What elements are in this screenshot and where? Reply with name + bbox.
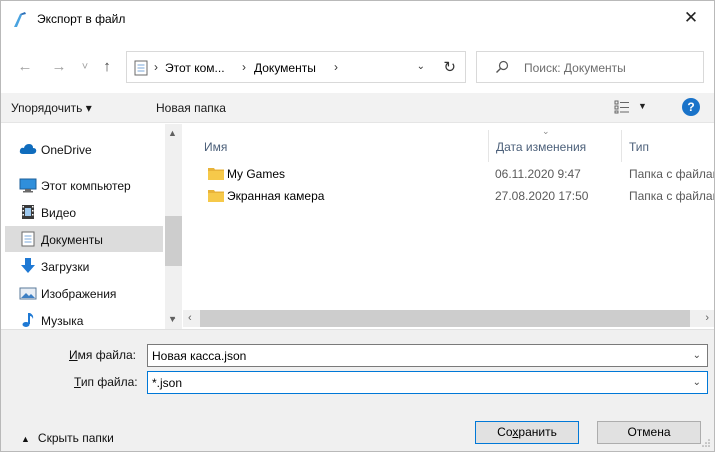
view-options-icon[interactable] [614,100,630,114]
forward-button[interactable]: → [49,57,69,77]
view-dropdown-icon[interactable]: ▼ [638,101,647,111]
sidebar-item-pictures[interactable]: Изображения [5,280,163,306]
documents-icon [21,231,35,247]
column-divider[interactable] [621,130,622,162]
filetype-value: *.json [152,376,183,390]
navigation-pane: OneDrive Этот компьютер Видео Документы … [1,124,182,329]
breadcrumb-documents[interactable]: Документы [254,61,316,75]
column-header-type[interactable]: Тип [629,140,649,154]
address-row: ← → ˅ ↑ › Этот ком... › Документы › ⌄ ↻ … [1,47,714,89]
refresh-icon[interactable]: ↻ [443,58,456,76]
sort-indicator-icon: ⌄ [542,126,550,136]
filename-label: Имя файла: [69,348,136,362]
save-button[interactable]: Сохранить [475,421,579,444]
search-icon [496,60,509,73]
sidebar-item-downloads[interactable]: Загрузки [5,253,163,279]
recent-locations-button[interactable]: ˅ [75,57,95,77]
sidebar-item-onedrive[interactable]: OneDrive [5,136,163,162]
cloud-icon [19,144,37,154]
organize-menu[interactable]: Упорядочить ▾ [11,101,92,115]
chevron-down-icon[interactable]: ⌄ [693,350,701,361]
scroll-right-icon[interactable]: › [705,312,709,324]
file-date: 06.11.2020 9:47 [495,167,581,181]
file-row[interactable]: My Games 06.11.2020 9:47 Папка с файлами [183,163,714,185]
file-type: Папка с файлами [629,189,714,203]
column-header-name[interactable]: Имя [204,140,227,154]
close-button[interactable]: ✕ [668,1,714,35]
filename-value[interactable]: Новая касса.json [152,349,246,363]
folder-icon [208,190,224,202]
address-bar[interactable]: › Этот ком... › Документы › ⌄ ↻ [126,51,466,83]
export-dialog: Экспорт в файл ✕ ← → ˅ ↑ › Этот ком... ›… [0,0,715,452]
up-button[interactable]: ↑ [97,57,117,77]
cancel-button[interactable]: Отмена [597,421,701,444]
address-dropdown-icon[interactable]: ⌄ [417,61,425,72]
filename-field[interactable]: Новая касса.json ⌄ [147,344,708,367]
computer-icon [19,178,37,193]
file-list: ⌄ Имя Дата изменения Тип My Games 06.11.… [183,124,714,310]
search-input[interactable]: Поиск: Документы [476,51,704,83]
sidebar-item-video[interactable]: Видео [5,199,163,225]
breadcrumb-this-pc[interactable]: Этот ком... [165,61,225,75]
resize-grip-icon[interactable] [701,438,711,448]
folder-icon [208,168,224,180]
sidebar-item-label: Этот компьютер [41,179,131,193]
sidebar-item-label: Видео [41,206,77,220]
music-icon [22,313,34,327]
scroll-up-icon[interactable]: ▲ [168,128,177,138]
new-folder-button[interactable]: Новая папка [156,101,226,115]
back-button[interactable]: ← [15,57,35,77]
file-date: 27.08.2020 17:50 [495,189,589,203]
scroll-down-icon[interactable]: ⌄ [169,312,177,323]
chevron-down-icon[interactable]: ⌄ [693,377,701,388]
file-name: Экранная камера [227,189,325,203]
sidebar-item-label: OneDrive [41,143,92,157]
sidebar-scrollbar[interactable]: ▲ ▼ [165,124,182,329]
documents-icon [134,60,148,76]
sidebar-item-label: Загрузки [41,260,90,274]
scroll-left-icon[interactable]: ‹ [188,312,192,324]
sidebar-item-label: Документы [41,233,103,247]
hide-folders-label: Скрыть папки [37,431,114,445]
scrollbar-thumb[interactable] [200,310,690,327]
file-row[interactable]: Экранная камера 27.08.2020 17:50 Папка с… [183,185,714,207]
window-title: Экспорт в файл [37,12,126,26]
breadcrumb-separator: › [154,60,158,74]
scrollbar-thumb[interactable] [165,216,182,266]
sidebar-item-label: Музыка [41,314,84,328]
breadcrumb-separator: › [242,60,246,74]
app-icon [14,12,26,27]
pictures-icon [19,287,37,300]
hide-folders-button[interactable]: ▲ Скрыть папки [21,431,114,445]
sidebar-item-documents[interactable]: Документы [5,226,163,252]
download-icon [21,258,35,273]
search-placeholder: Поиск: Документы [524,61,626,75]
file-name: My Games [227,167,286,181]
column-divider[interactable] [488,130,489,162]
chevron-up-icon: ▲ [21,434,30,444]
help-icon[interactable]: ? [682,98,700,116]
title-bar: Экспорт в файл ✕ [1,1,714,37]
save-panel: Имя файла: Новая касса.json ⌄ Тип файла:… [1,329,714,451]
filetype-select[interactable]: *.json ⌄ [147,371,708,394]
horizontal-scrollbar[interactable]: ⌄ ‹ › [169,310,714,327]
column-header-date[interactable]: Дата изменения [496,140,586,154]
breadcrumb-separator: › [334,60,338,74]
file-type: Папка с файлами [629,167,714,181]
sidebar-item-this-pc[interactable]: Этот компьютер [5,172,163,198]
filetype-label: Тип файла: [74,375,138,389]
video-icon [22,205,34,219]
sidebar-item-label: Изображения [41,287,117,301]
command-bar: Упорядочить ▾ Новая папка ▼ ? [1,93,714,123]
